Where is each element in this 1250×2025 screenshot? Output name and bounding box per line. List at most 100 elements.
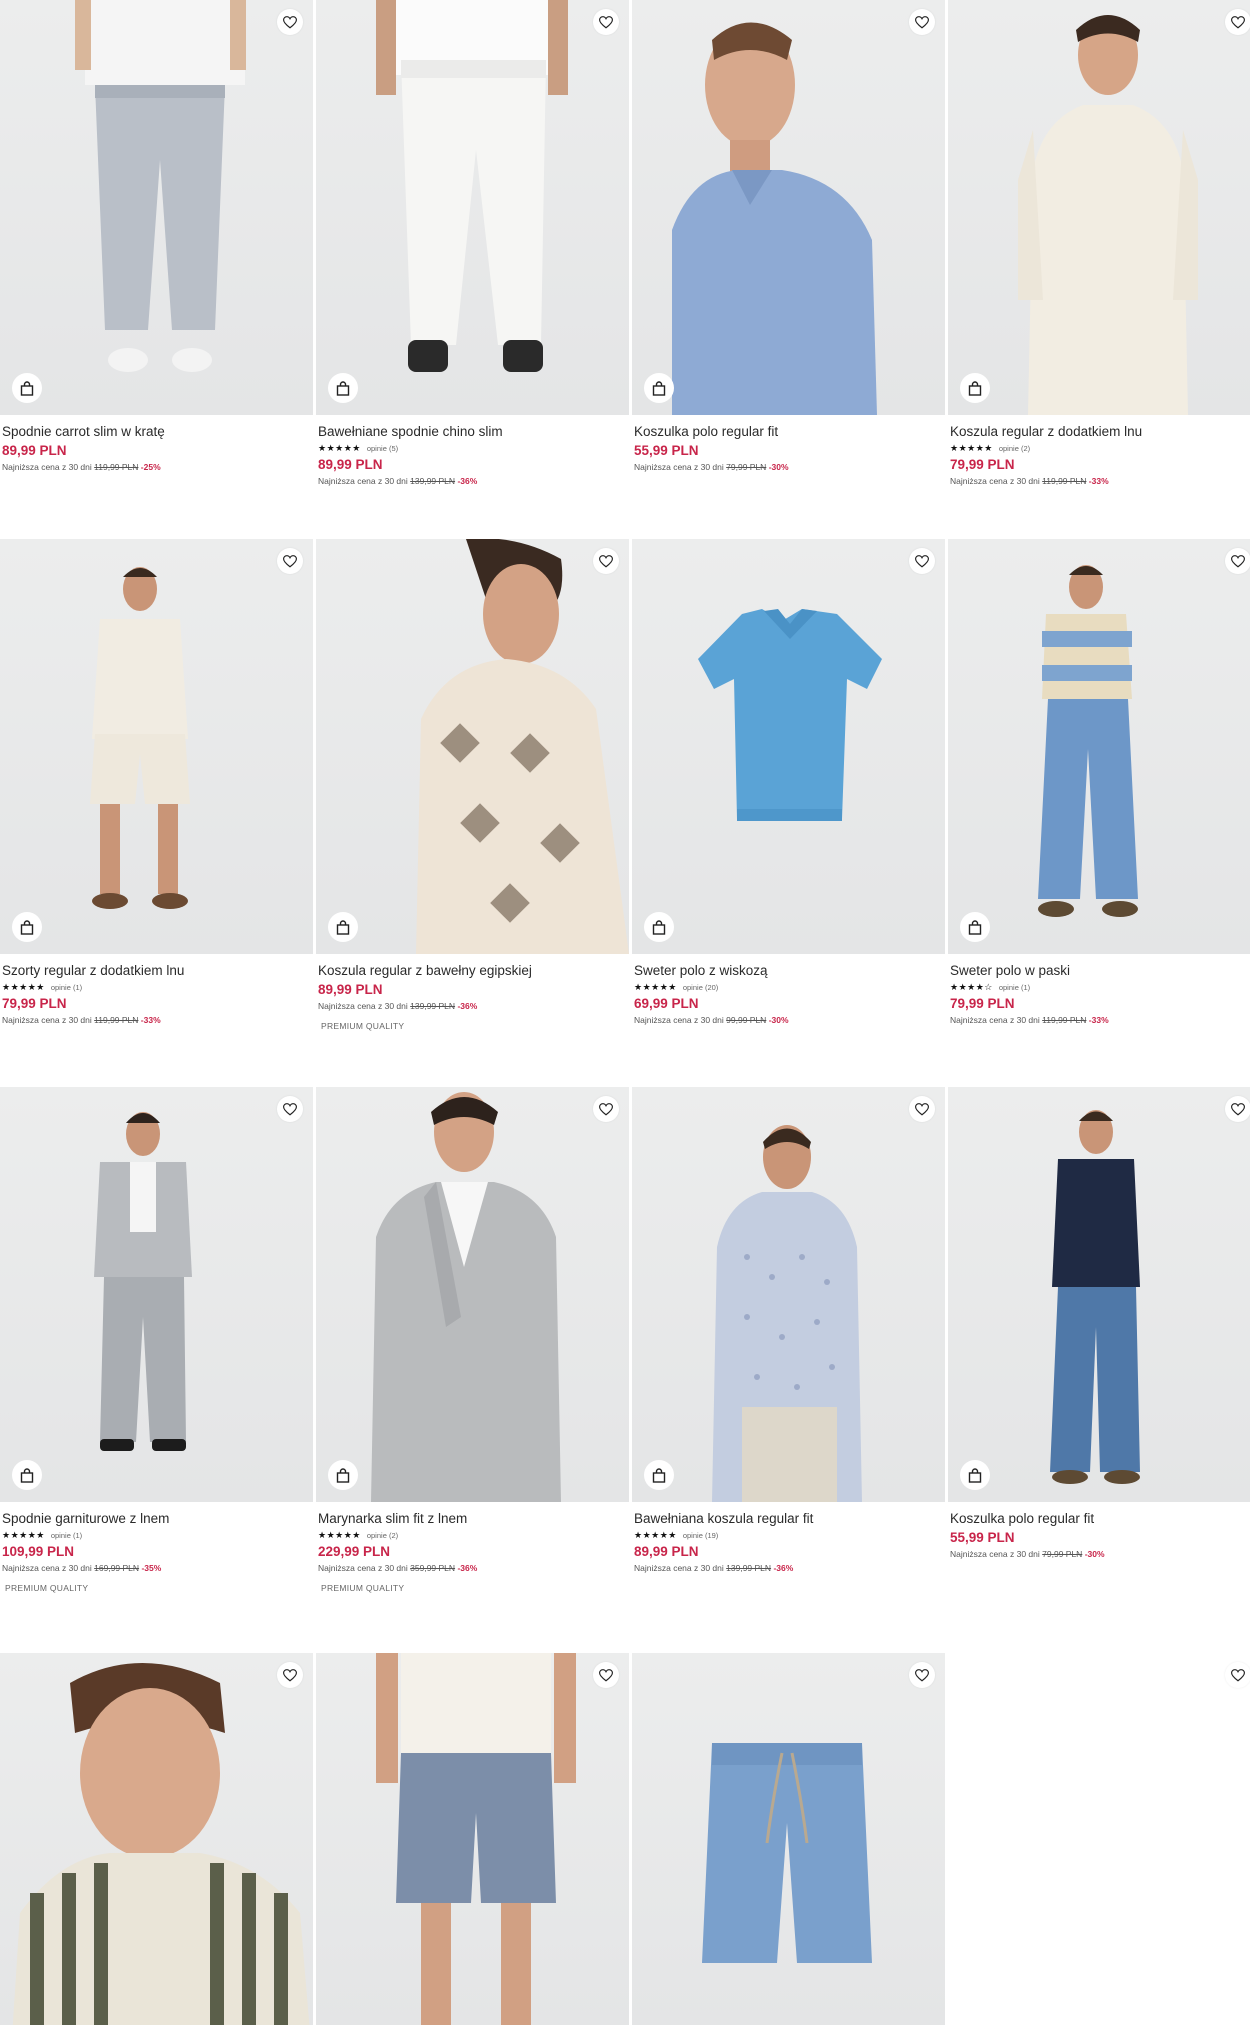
review-count[interactable]: opinie (19)	[683, 1531, 718, 1540]
rating-stars-icon: ★★★★★	[950, 443, 993, 453]
product-image[interactable]	[632, 539, 945, 954]
favorite-heart-icon[interactable]	[277, 9, 303, 35]
product-image[interactable]	[948, 1087, 1250, 1502]
product-title[interactable]: Sweter polo w paski	[950, 962, 1250, 979]
product-card[interactable]: Bawełniane spodnie chino slim ★★★★★ opini…	[316, 0, 629, 486]
add-to-bag-icon[interactable]	[12, 912, 42, 942]
product-card[interactable]	[632, 1653, 945, 2025]
rating-stars-icon: ★★★★★	[634, 1530, 677, 1540]
review-count[interactable]: opinie (1)	[51, 983, 82, 992]
review-count[interactable]: opinie (2)	[999, 444, 1030, 453]
product-image[interactable]	[0, 0, 313, 415]
product-image[interactable]	[316, 1653, 629, 2025]
rating-stars-icon: ★★★★★	[318, 1530, 361, 1540]
product-card[interactable]: Koszulka polo regular fit 55,99 PLN Najn…	[948, 1087, 1250, 1559]
review-count[interactable]: opinie (20)	[683, 983, 718, 992]
add-to-bag-icon[interactable]	[960, 373, 990, 403]
product-rating: ★★★★★ opinie (20)	[634, 982, 943, 993]
favorite-heart-icon[interactable]	[909, 1096, 935, 1122]
product-title[interactable]: Koszula regular z dodatkiem lnu	[950, 423, 1250, 440]
product-photo-suit-trousers	[94, 1112, 192, 1451]
add-to-bag-icon[interactable]	[960, 912, 990, 942]
product-title[interactable]: Koszulka polo regular fit	[634, 423, 943, 440]
add-to-bag-icon[interactable]	[960, 1460, 990, 1490]
add-to-bag-icon[interactable]	[328, 373, 358, 403]
premium-quality-badge: PREMIUM QUALITY	[321, 1583, 405, 1593]
product-card[interactable]: Koszula regular z dodatkiem lnu ★★★★★ opi…	[948, 0, 1250, 486]
add-to-bag-icon[interactable]	[644, 912, 674, 942]
product-card[interactable]: Bawełniana koszula regular fit ★★★★★ opin…	[632, 1087, 945, 1573]
favorite-heart-icon[interactable]	[277, 1662, 303, 1688]
add-to-bag-icon[interactable]	[12, 1460, 42, 1490]
product-image[interactable]	[948, 0, 1250, 415]
product-photo-linen-blazer	[371, 1092, 561, 1502]
product-price: 89,99 PLN	[634, 1544, 699, 1559]
review-count[interactable]: opinie (2)	[367, 1531, 398, 1540]
product-title[interactable]: Sweter polo z wiskozą	[634, 962, 943, 979]
product-card[interactable]: Spodnie garniturowe z lnem ★★★★★ opinie (…	[0, 1087, 313, 1593]
product-image[interactable]	[316, 539, 629, 954]
product-card[interactable]: Spodnie carrot slim w kratę 89,99 PLN Na…	[0, 0, 313, 472]
product-card[interactable]: Koszula regular z bawełny egipskiej 89,9…	[316, 539, 629, 1031]
product-image[interactable]	[632, 1653, 945, 2025]
product-card[interactable]: Szorty regular z dodatkiem lnu ★★★★★ opin…	[0, 539, 313, 1025]
favorite-heart-icon[interactable]	[277, 548, 303, 574]
product-title[interactable]: Spodnie carrot slim w kratę	[2, 423, 311, 440]
review-count[interactable]: opinie (1)	[51, 1531, 82, 1540]
product-title[interactable]: Bawełniana koszula regular fit	[634, 1510, 943, 1527]
product-image[interactable]	[948, 539, 1250, 954]
product-image[interactable]	[316, 0, 629, 415]
favorite-heart-icon[interactable]	[1225, 548, 1250, 574]
product-image[interactable]	[0, 1653, 313, 2025]
product-title[interactable]: Szorty regular z dodatkiem lnu	[2, 962, 311, 979]
product-card[interactable]	[316, 1653, 629, 2025]
product-photo-cotton-shirt	[712, 1125, 862, 1502]
favorite-heart-icon[interactable]	[593, 548, 619, 574]
product-photo-polo-shirt	[672, 22, 877, 415]
lowest-price-note: Najniższa cena z 30 dni 139,99 PLN -36%	[318, 476, 478, 486]
product-title[interactable]: Koszula regular z bawełny egipskiej	[318, 962, 627, 979]
favorite-heart-icon[interactable]	[593, 9, 619, 35]
product-image[interactable]	[632, 1087, 945, 1502]
lowest-price-note: Najniższa cena z 30 dni 79,99 PLN -30%	[634, 462, 789, 472]
favorite-heart-icon[interactable]	[593, 1662, 619, 1688]
add-to-bag-icon[interactable]	[644, 373, 674, 403]
add-to-bag-icon[interactable]	[328, 912, 358, 942]
favorite-heart-icon[interactable]	[1225, 9, 1250, 35]
product-image[interactable]	[316, 1087, 629, 1502]
favorite-heart-icon[interactable]	[1225, 1096, 1250, 1122]
favorite-heart-icon[interactable]	[593, 1096, 619, 1122]
product-image[interactable]	[632, 0, 945, 415]
product-card[interactable]	[948, 1653, 1250, 2025]
product-title[interactable]: Bawełniane spodnie chino slim	[318, 423, 627, 440]
add-to-bag-icon[interactable]	[644, 1460, 674, 1490]
product-price: 55,99 PLN	[950, 1530, 1015, 1545]
product-photo-patterned-shirt	[416, 539, 629, 954]
product-photo-plaid-trousers	[75, 0, 246, 372]
favorite-heart-icon[interactable]	[909, 1662, 935, 1688]
product-card[interactable]: Sweter polo w paski ★★★★☆ opinie (1) 79,9…	[948, 539, 1250, 1025]
add-to-bag-icon[interactable]	[328, 1460, 358, 1490]
add-to-bag-icon[interactable]	[12, 373, 42, 403]
lowest-price-note: Najniższa cena z 30 dni 79,99 PLN -30%	[950, 1549, 1105, 1559]
product-price: 79,99 PLN	[950, 457, 1015, 472]
lowest-price-note: Najniższa cena z 30 dni 139,99 PLN -36%	[634, 1563, 794, 1573]
product-price: 79,99 PLN	[950, 996, 1015, 1011]
rating-stars-icon: ★★★★★	[318, 443, 361, 453]
favorite-heart-icon[interactable]	[909, 9, 935, 35]
product-title[interactable]: Spodnie garniturowe z lnem	[2, 1510, 311, 1527]
favorite-heart-icon[interactable]	[909, 548, 935, 574]
favorite-heart-icon[interactable]	[277, 1096, 303, 1122]
product-card[interactable]: Koszulka polo regular fit 55,99 PLN Najn…	[632, 0, 945, 472]
product-image[interactable]	[0, 1087, 313, 1502]
product-card[interactable]: Sweter polo z wiskozą ★★★★★ opinie (20) 6…	[632, 539, 945, 1025]
product-card[interactable]	[0, 1653, 313, 2025]
product-card[interactable]: Marynarka slim fit z lnem ★★★★★ opinie (2…	[316, 1087, 629, 1593]
product-title[interactable]: Marynarka slim fit z lnem	[318, 1510, 627, 1527]
review-count[interactable]: opinie (1)	[999, 983, 1030, 992]
product-image[interactable]	[0, 539, 313, 954]
product-image-placeholder[interactable]	[948, 1653, 1250, 2025]
review-count[interactable]: opinie (5)	[367, 444, 398, 453]
favorite-heart-icon[interactable]	[1225, 1662, 1250, 1688]
product-title[interactable]: Koszulka polo regular fit	[950, 1510, 1250, 1527]
